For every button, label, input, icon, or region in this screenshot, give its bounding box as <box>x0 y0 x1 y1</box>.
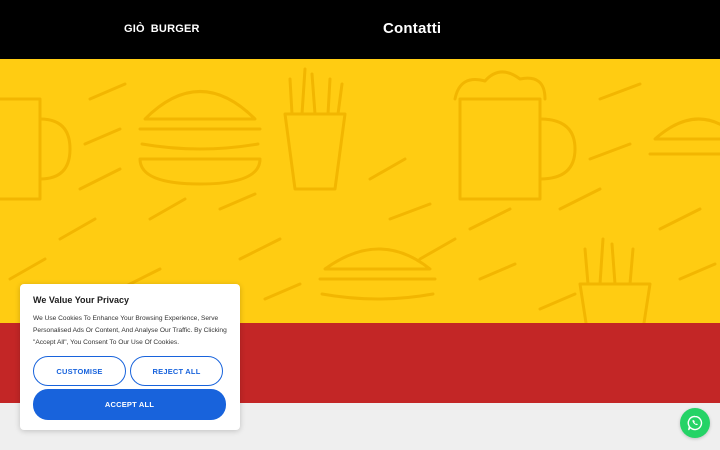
reject-all-button[interactable]: REJECT ALL <box>130 356 223 386</box>
customise-button[interactable]: CUSTOMISE <box>33 356 126 386</box>
logo-text-gio: GIÒ <box>124 23 145 35</box>
cookie-description: We Use Cookies To Enhance Your Browsing … <box>33 315 227 346</box>
page-title: Contatti <box>383 20 442 37</box>
whatsapp-icon <box>687 415 703 431</box>
site-header: GIÒ BURGER Contatti <box>0 0 720 59</box>
accept-all-button[interactable]: ACCEPT ALL <box>33 389 226 420</box>
logo-text-burger: BURGER <box>150 23 200 35</box>
site-logo[interactable]: GIÒ BURGER <box>124 17 200 41</box>
cookie-title: We Value Your Privacy <box>33 295 130 305</box>
cookie-consent-dialog: We Value Your Privacy We Use Cookies To … <box>20 284 240 430</box>
whatsapp-button[interactable] <box>680 408 710 438</box>
